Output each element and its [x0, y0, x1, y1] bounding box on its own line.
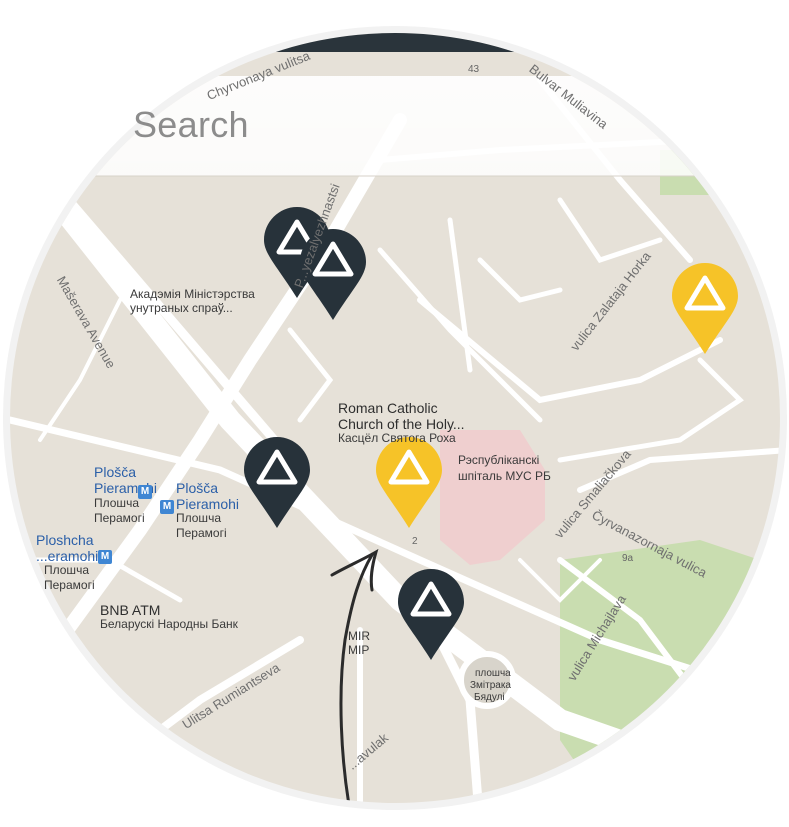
plosca2-label-3: Плошча — [176, 511, 221, 525]
plosca-label-1: Plošča — [94, 464, 137, 480]
search-input[interactable]: Search — [133, 104, 249, 146]
zmitraka-label-2: Змітрака — [470, 680, 511, 691]
ploshcha-label-3: Плошча — [44, 563, 89, 577]
mir-label-2: МІР — [348, 643, 370, 657]
bnb-label-2: Беларускі Народны Банк — [100, 617, 238, 631]
hospital-label-2: шпіталь МУС РБ — [458, 469, 551, 483]
ploshcha-label-4: Перамогі — [44, 578, 95, 592]
ploshcha-label-2: ...eramohi — [36, 548, 99, 564]
church-label-1: Roman Catholic — [338, 400, 438, 416]
church-label-2: Church of the Holy... — [338, 416, 465, 432]
house-number: 9a — [622, 553, 634, 564]
metro-icon: M — [160, 500, 174, 514]
church-label-3: Касцёл Святога Роха — [338, 431, 456, 445]
plosca2-label-2: Pieramohi — [176, 496, 240, 512]
metro-icon: M — [138, 485, 152, 499]
plosca2-label-1: Plošča — [176, 480, 219, 496]
house-number: 2 — [412, 536, 418, 547]
zmitraka-label-1: плошча — [475, 668, 511, 679]
academy-label: Акадэмія Міністэрства унутраных спраў... — [130, 287, 255, 315]
map-screen: Search Chyrvonaya vulitsa P...yezalyezhn… — [0, 0, 789, 827]
bnb-label-1: BNB ATM — [100, 602, 161, 618]
plosca-label-3: Плошча — [94, 496, 139, 510]
house-number: 43 — [468, 64, 480, 75]
mir-label-1: MIR — [348, 629, 370, 643]
plosca-label-4: Перамогі — [94, 511, 145, 525]
phone-top-frame — [10, 33, 780, 52]
hospital-label-1: Рэспубліканскі — [458, 453, 540, 467]
plosca2-label-4: Перамогі — [176, 526, 227, 540]
zmitraka-label-3: Бядулі — [474, 692, 505, 703]
search-bar-bg — [10, 76, 780, 176]
ploshcha-label-1: Ploshcha — [36, 532, 94, 548]
metro-icon: M — [98, 550, 112, 564]
